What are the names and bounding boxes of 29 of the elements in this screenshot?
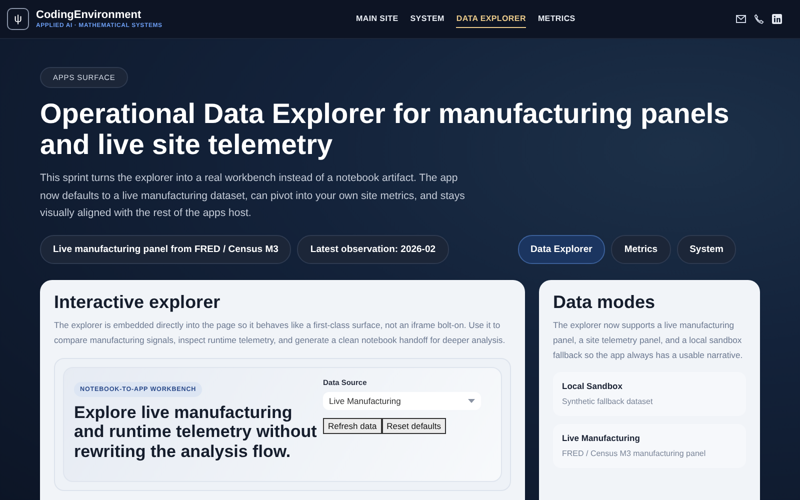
section-tab[interactable]: System — [676, 234, 736, 264]
mail-icon[interactable] — [736, 15, 746, 23]
intro-paragraph: This sprint turns the explorer into a real workbench instead of a notebook artifact. The app now defaults to a live manufacturing dataset, can pivot into your own site metrics, and stays visually aligned with the rest of the apps host. — [40, 171, 466, 221]
page-title: Operational Data Explorer for manufacturing panels and live site telemetry — [40, 98, 730, 160]
workbench-headline: Explore live manufacturing and runtime telemetry without rewriting the analysis flow. — [74, 402, 318, 461]
logo-icon: ψ — [7, 8, 29, 30]
action-button[interactable]: Refresh data — [323, 418, 382, 434]
card-description: The explorer now supports a live manufacturing panel, a site telemetry panel, and a local sandbox fallback so the app always has a usable narrative. — [553, 318, 744, 362]
action-button[interactable]: Reset defaults — [382, 418, 446, 434]
nav-link[interactable]: METRICS — [538, 10, 576, 28]
nav-link[interactable]: DATA EXPLORER — [456, 10, 526, 28]
card-description: The explorer is embedded directly into the page so it behaves like a first-class surface, not an iframe bolt-on. Use it to compare manufacturing signals, inspect runtime telemetry, and generate a clean notebook handoff for deeper analysis. — [54, 318, 506, 347]
info-chip: Live manufacturing panel from FRED / Census M3 — [40, 234, 292, 264]
section-tab[interactable]: Data Explorer — [518, 234, 606, 264]
card-title: Interactive explorer — [54, 292, 222, 312]
data-source-dropdown[interactable]: Live Manufacturing — [323, 392, 481, 410]
section-tab[interactable]: Metrics — [611, 234, 671, 264]
caret-icon — [468, 398, 475, 402]
info-chip: Latest observation: 2026-02 — [297, 234, 449, 264]
nav-link[interactable]: MAIN SITE — [356, 10, 398, 28]
nav-link[interactable]: SYSTEM — [410, 10, 444, 28]
mode-name: Live Manufacturing — [562, 432, 641, 442]
mode-detail: FRED / Census M3 manufacturing panel — [562, 448, 707, 458]
phone-icon[interactable] — [754, 14, 764, 24]
mode-name: Local Sandbox — [562, 380, 624, 390]
brand-name: CodingEnvironment — [36, 9, 142, 21]
linkedin-icon[interactable] — [772, 14, 782, 24]
mode-detail: Synthetic fallback dataset — [562, 396, 654, 406]
card-title: Data modes — [553, 292, 656, 312]
